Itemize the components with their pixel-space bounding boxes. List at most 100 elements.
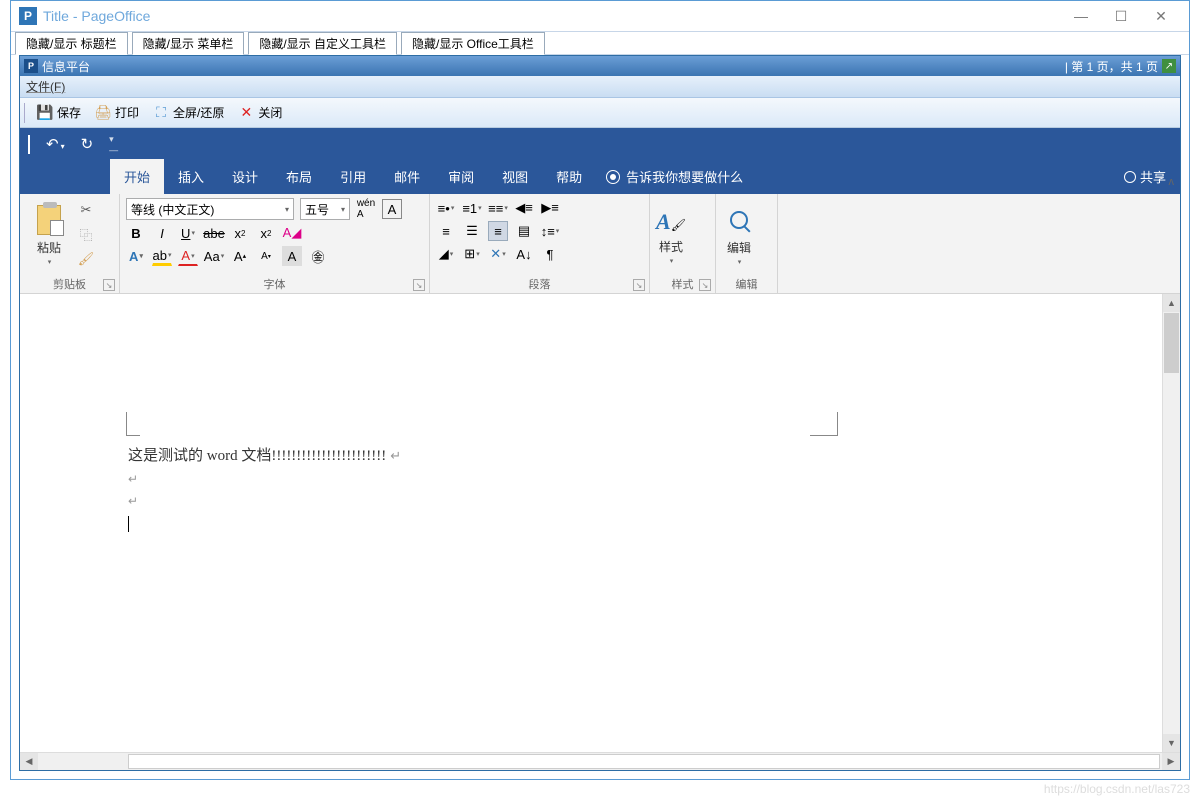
edit-group-label: 编辑 <box>736 276 758 292</box>
close-window-button[interactable]: ✕ <box>1141 1 1181 31</box>
tab-toggle-menubar[interactable]: 隐藏/显示 菜单栏 <box>132 32 245 55</box>
tab-home[interactable]: 开始 <box>110 159 164 194</box>
clipboard-dialog-launcher[interactable]: ↘ <box>103 279 115 291</box>
qat-redo-button[interactable]: ↻ <box>81 135 94 153</box>
hscroll-thumb[interactable] <box>128 754 1160 769</box>
paragraph-mark-icon: ↵ <box>128 472 138 486</box>
qat-customize-button[interactable]: ▾— <box>109 134 118 155</box>
line-spacing-button[interactable]: ↕≡▾ <box>540 221 560 241</box>
edit-button[interactable]: 编辑 ▾ <box>722 198 756 271</box>
po-print-button[interactable]: 🖨 打印 <box>88 100 144 126</box>
paragraph-mark-icon: ↵ <box>390 448 401 463</box>
show-marks-button[interactable]: ¶ <box>540 244 560 264</box>
vertical-scrollbar[interactable]: ▲ ▼ <box>1162 294 1180 752</box>
font-color-button[interactable]: A▾ <box>178 246 198 266</box>
copy-button[interactable]: ⿻ <box>76 224 96 244</box>
shading-button[interactable]: ◢▾ <box>436 244 456 264</box>
align-left-button[interactable]: ≡ <box>436 221 456 241</box>
subscript-button[interactable]: x2 <box>230 223 250 243</box>
document-canvas[interactable]: 这是测试的 word 文档!!!!!!!!!!!!!!!!!!!!!!!↵ ↵ … <box>20 294 1162 752</box>
scroll-down-button[interactable]: ▼ <box>1163 734 1180 752</box>
text-cursor <box>128 516 129 532</box>
scroll-left-button[interactable]: ◀ <box>20 753 38 770</box>
bold-button[interactable]: B <box>126 223 146 243</box>
ribbon: 粘贴 ▾ ✂ ⿻ 🖌 剪贴板↘ 等线 (中文正文)▾ 五号 <box>20 194 1180 294</box>
font-group-label: 字体 <box>264 276 286 292</box>
grow-font-button[interactable]: A▴ <box>230 246 250 266</box>
text-effects-button[interactable]: A▾ <box>126 246 146 266</box>
char-shading-button[interactable]: A <box>282 246 302 266</box>
char-border-button[interactable]: A <box>382 199 402 219</box>
strikethrough-button[interactable]: abe <box>204 223 224 243</box>
info-bar: P 信息平台 | 第 1 页，共 1 页 ↗ <box>20 56 1180 76</box>
tab-toggle-custom-toolbar[interactable]: 隐藏/显示 自定义工具栏 <box>248 32 397 55</box>
tab-toggle-titlebar[interactable]: 隐藏/显示 标题栏 <box>15 32 128 55</box>
align-center-button[interactable]: ☰ <box>462 221 482 241</box>
clipboard-icon <box>32 203 66 237</box>
shrink-font-button[interactable]: A▾ <box>256 246 276 266</box>
paragraph-dialog-launcher[interactable]: ↘ <box>633 279 645 291</box>
margin-corner-tl <box>126 412 140 436</box>
scroll-right-button[interactable]: ▶ <box>1162 753 1180 770</box>
clipboard-group-label: 剪贴板 <box>53 276 86 292</box>
format-painter-button[interactable]: 🖌 <box>76 249 96 269</box>
tab-mailings[interactable]: 邮件 <box>380 159 434 194</box>
borders-button[interactable]: ⊞▾ <box>462 244 482 264</box>
scroll-thumb[interactable] <box>1164 313 1179 373</box>
minimize-button[interactable]: — <box>1061 1 1101 31</box>
qat-undo-button[interactable]: ↶▾ <box>46 135 65 153</box>
horizontal-scrollbar[interactable]: ◀ ▶ <box>20 752 1180 770</box>
increase-indent-button[interactable]: ▶≡ <box>540 198 560 218</box>
align-right-button[interactable]: ≡ <box>488 221 508 241</box>
change-case-button[interactable]: Aa▾ <box>204 246 224 266</box>
justify-button[interactable]: ▤ <box>514 221 534 241</box>
clear-format-button[interactable]: A◢ <box>282 223 302 243</box>
font-name-combo[interactable]: 等线 (中文正文)▾ <box>126 198 294 220</box>
font-size-combo[interactable]: 五号▾ <box>300 198 350 220</box>
phonetic-guide-button[interactable]: wénA <box>356 199 376 219</box>
tab-design[interactable]: 设计 <box>218 159 272 194</box>
scroll-up-button[interactable]: ▲ <box>1163 294 1180 312</box>
tab-references[interactable]: 引用 <box>326 159 380 194</box>
bullets-button[interactable]: ≡•▾ <box>436 198 456 218</box>
italic-button[interactable]: I <box>152 223 172 243</box>
document-area: 这是测试的 word 文档!!!!!!!!!!!!!!!!!!!!!!!↵ ↵ … <box>20 294 1180 752</box>
expand-icon[interactable]: ↗ <box>1162 59 1176 73</box>
po-close-button[interactable]: ✕ 关闭 <box>231 100 287 126</box>
tab-help[interactable]: 帮助 <box>542 159 596 194</box>
collapse-ribbon-button[interactable]: ʌ <box>1169 176 1175 291</box>
info-title: 信息平台 <box>42 58 90 75</box>
maximize-button[interactable]: ☐ <box>1101 1 1141 31</box>
sort-button[interactable]: A↓ <box>514 244 534 264</box>
margin-corner-tr <box>810 412 838 436</box>
highlight-button[interactable]: ab▾ <box>152 246 172 266</box>
asian-layout-button[interactable]: ✕▾ <box>488 244 508 264</box>
cut-button[interactable]: ✂ <box>76 200 96 220</box>
tab-review[interactable]: 审阅 <box>434 159 488 194</box>
po-fullscreen-button[interactable]: ⛶ 全屏/还原 <box>146 100 229 126</box>
font-dialog-launcher[interactable]: ↘ <box>413 279 425 291</box>
tab-toggle-office-toolbar[interactable]: 隐藏/显示 Office工具栏 <box>401 32 545 55</box>
superscript-button[interactable]: x2 <box>256 223 276 243</box>
tab-view[interactable]: 视图 <box>488 159 542 194</box>
paste-button[interactable]: 粘贴 ▾ <box>26 198 72 271</box>
tab-insert[interactable]: 插入 <box>164 159 218 194</box>
numbering-button[interactable]: ≡1▾ <box>462 198 482 218</box>
enclose-chars-button[interactable]: ㊎ <box>308 246 328 266</box>
document-text-line-1[interactable]: 这是测试的 word 文档!!!!!!!!!!!!!!!!!!!!!!!↵ <box>128 444 401 465</box>
file-menu[interactable]: 文件(F) <box>26 78 65 95</box>
po-save-button[interactable]: 💾 保存 <box>30 100 86 126</box>
qat-save-button[interactable] <box>28 136 30 153</box>
tab-layout[interactable]: 布局 <box>272 159 326 194</box>
window-title: Title - PageOffice <box>43 8 150 24</box>
underline-button[interactable]: U▾ <box>178 223 198 243</box>
tell-me-search[interactable]: 告诉我你想要做什么 <box>596 159 753 194</box>
paragraph-group-label: 段落 <box>529 276 551 292</box>
info-icon: P <box>24 59 38 73</box>
save-icon: 💾 <box>35 103 55 123</box>
styles-dialog-launcher[interactable]: ↘ <box>699 279 711 291</box>
decrease-indent-button[interactable]: ◀≡ <box>514 198 534 218</box>
styles-button[interactable]: A🖌 样式 ▾ <box>656 198 686 271</box>
paragraph-mark-icon: ↵ <box>128 494 138 508</box>
multilevel-list-button[interactable]: ≡≡▾ <box>488 198 508 218</box>
